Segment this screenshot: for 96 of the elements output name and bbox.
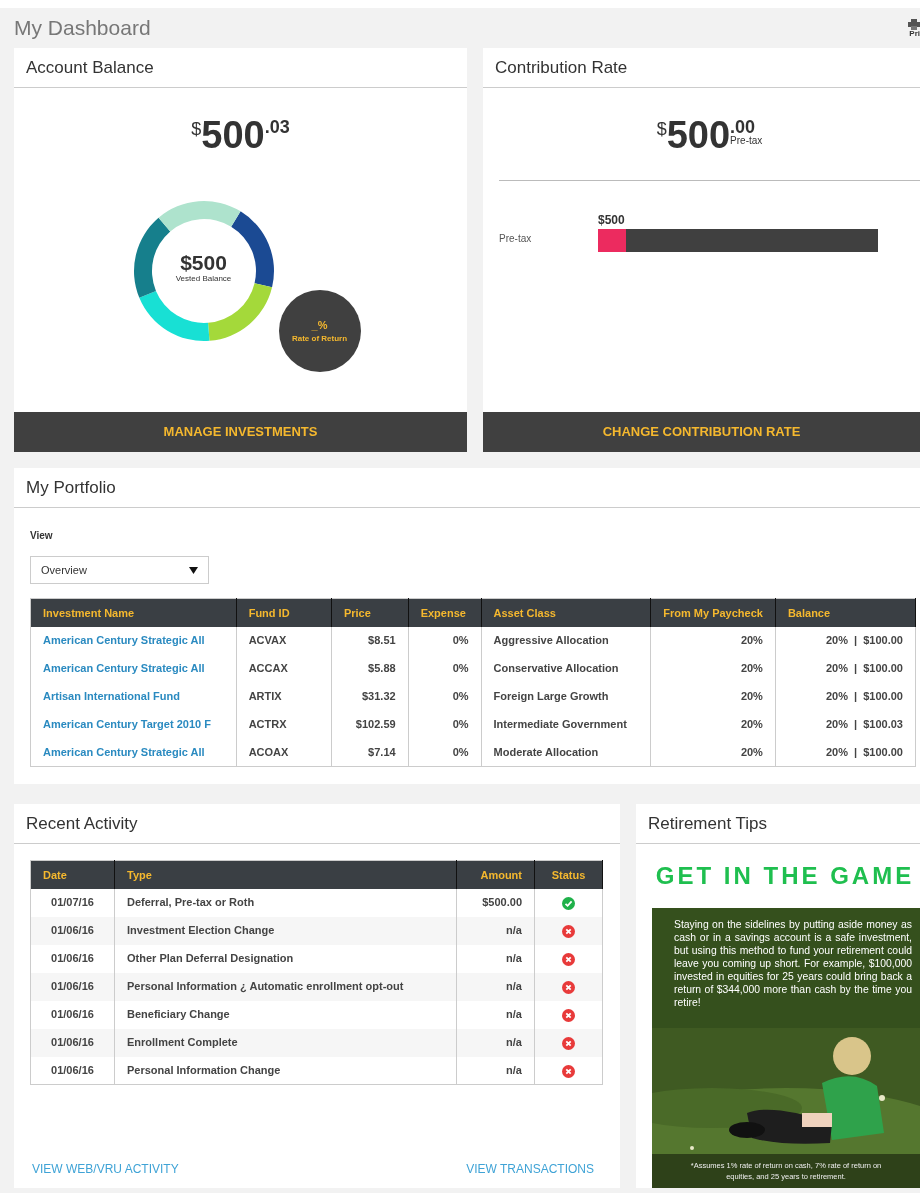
view-dropdown[interactable]: Overview: [30, 556, 209, 584]
manage-investments-button[interactable]: MANAGE INVESTMENTS: [14, 412, 467, 452]
table-cell: $5.88: [368, 662, 396, 675]
panel-title: My Portfolio: [14, 468, 920, 508]
table-cell: Other Plan Deferral Designation: [127, 952, 294, 965]
cents-amount: .00: [730, 118, 756, 136]
transactions-link[interactable]: VIEW TRANSACTIONS: [466, 1160, 594, 1178]
table-cell: 20%: [740, 690, 763, 703]
table-cell: 20%: [740, 634, 763, 647]
table-cell: 01/06/16: [51, 1064, 94, 1076]
panel-title: Retirement Tips: [636, 804, 920, 844]
table-cell: 01/07/16: [51, 896, 94, 909]
table-cell: 20% | $100.00: [825, 690, 903, 703]
table-cell: n/a: [506, 1064, 522, 1076]
cents-amount: .03: [264, 118, 290, 136]
table-cell: $102.59: [355, 718, 396, 731]
column-header: Amount: [456, 860, 535, 889]
table-cell: ACVAX: [248, 634, 287, 647]
table-cell: 20%: [740, 746, 763, 758]
table-cell: 01/06/16: [51, 1008, 94, 1021]
table-cell: 0%: [452, 634, 469, 647]
table-cell: 0%: [452, 662, 469, 675]
column-header: Price: [331, 598, 409, 627]
table-cell: 20% | $100.00: [825, 634, 903, 647]
table-cell: 0%: [452, 690, 469, 703]
table-cell: 20% | $100.00: [825, 746, 903, 758]
currency-symbol: $: [191, 120, 202, 138]
table-cell: Deferral, Pre-tax or Roth: [127, 896, 255, 909]
page-title: My Dashboard: [14, 15, 151, 42]
table-cell: ACCAX: [248, 662, 288, 675]
table-cell: Foreign Large Growth: [493, 690, 609, 703]
panel-title: Contribution Rate: [483, 48, 920, 88]
fund-link[interactable]: American Century Target 2010 F: [43, 718, 211, 731]
balance-amount: 500: [666, 116, 731, 154]
table-cell: n/a: [506, 980, 522, 993]
table-cell: 0%: [452, 746, 469, 758]
table-cell: 20%: [740, 718, 763, 731]
table-cell: n/a: [506, 924, 522, 937]
table-cell: 01/06/16: [51, 1036, 94, 1049]
table-cell: ACTRX: [248, 718, 287, 731]
column-header: Date: [30, 860, 115, 889]
table-cell: Investment Election Change: [127, 924, 275, 937]
balance-amount: 500: [201, 116, 265, 154]
table-cell: Personal Information Change: [127, 1064, 281, 1076]
column-header: Status: [534, 860, 603, 889]
fund-link[interactable]: American Century Strategic All: [43, 634, 205, 647]
column-header: Asset Class: [481, 598, 651, 627]
table-cell: $500.00: [482, 896, 522, 909]
print-button[interactable]: Pri: [908, 18, 920, 38]
caret-icon: [189, 566, 198, 574]
table-cell: n/a: [506, 952, 522, 965]
fund-link[interactable]: American Century Strategic All: [43, 746, 205, 758]
fund-link[interactable]: American Century Strategic All: [43, 662, 205, 675]
bar-label: Pre-tax: [499, 232, 533, 246]
table-cell: $7.14: [368, 746, 396, 758]
table-cell: 0%: [452, 718, 469, 731]
table-cell: ACOAX: [248, 746, 289, 758]
table-cell: $31.32: [361, 690, 396, 703]
table-cell: Personal Information ¿ Automatic enrollment opt-out: [127, 980, 404, 993]
table-cell: ARTIX: [248, 690, 282, 703]
view-label: View: [30, 529, 54, 543]
table-cell: 01/06/16: [51, 980, 94, 993]
table-cell: 01/06/16: [51, 952, 94, 965]
table-cell: Beneficiary Change: [127, 1008, 230, 1021]
table-cell: $8.51: [368, 634, 396, 647]
table-cell: Conservative Allocation: [493, 662, 619, 675]
tips-headline: GET IN THE GAME: [655, 861, 915, 891]
rate-value: _%: [311, 317, 328, 333]
fund-link[interactable]: Artisan International Fund: [43, 690, 180, 703]
table-cell: n/a: [506, 1036, 522, 1049]
table-cell: 20% | $100.03: [825, 718, 903, 731]
column-header: Balance: [775, 598, 916, 627]
vested-label: Vested Balance: [175, 273, 232, 285]
table-cell: Aggressive Allocation: [493, 634, 609, 647]
table-cell: Intermediate Government: [493, 718, 627, 731]
tips-body: Staying on the sidelines by putting aside money as cash or in a savings account is a safe investment, but using this method to fund your retirement could leave you coming up short. For example, $100,000 invested in equities for 25 years could bring back a return of $344,000 more than cash by the time you retire!: [674, 918, 912, 1009]
column-header: Fund ID: [236, 598, 332, 627]
table-cell: 20%: [740, 662, 763, 675]
bar-value: $500: [598, 212, 626, 229]
table-cell: 20% | $100.00: [825, 662, 903, 675]
column-header: Expense: [408, 598, 482, 627]
column-header: Investment Name: [30, 598, 237, 627]
rate-label: Rate of Return: [291, 333, 348, 346]
vested-amount: $500: [180, 252, 227, 273]
change-contribution-rate-button[interactable]: CHANGE CONTRIBUTION RATE: [483, 412, 920, 452]
amount-note: Pre-tax: [730, 136, 763, 146]
table-cell: n/a: [506, 1008, 522, 1021]
panel-title: Recent Activity: [14, 804, 620, 844]
table-cell: Enrollment Complete: [127, 1036, 238, 1049]
web-vru-activity-link[interactable]: VIEW WEB/VRU ACTIVITY: [32, 1160, 179, 1178]
panel-title: Account Balance: [14, 48, 467, 88]
column-header: From My Paycheck: [650, 598, 776, 627]
column-header: Type: [114, 860, 457, 889]
table-cell: Moderate Allocation: [493, 746, 599, 758]
table-cell: 01/06/16: [51, 924, 94, 937]
currency-symbol: $: [656, 120, 667, 138]
